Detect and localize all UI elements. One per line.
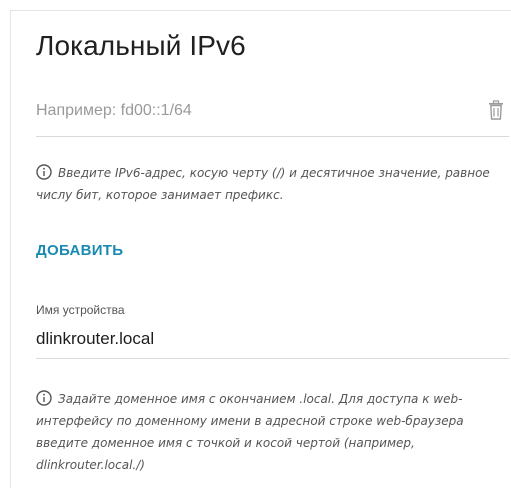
info-icon — [36, 164, 52, 180]
info-icon — [36, 390, 52, 406]
section-title: Локальный IPv6 — [36, 30, 246, 61]
device-name-label: Имя устройства — [36, 303, 125, 317]
ipv6-hint-text: Введите IPv6-адрес, косую черту (/) и де… — [36, 166, 490, 202]
ipv6-address-field — [36, 96, 509, 137]
device-name-input[interactable] — [36, 326, 506, 352]
device-name-hint-text: Задайте доменное имя с окончанием .local… — [36, 392, 464, 472]
device-name-field — [36, 326, 509, 359]
ipv6-hint: Введите IPv6-адрес, косую черту (/) и де… — [36, 162, 496, 206]
ipv6-address-input[interactable] — [36, 96, 466, 126]
add-ipv6-button[interactable]: ДОБАВИТЬ — [36, 242, 123, 259]
device-name-hint: Задайте доменное имя с окончанием .local… — [36, 388, 496, 476]
trash-icon[interactable] — [488, 100, 504, 120]
